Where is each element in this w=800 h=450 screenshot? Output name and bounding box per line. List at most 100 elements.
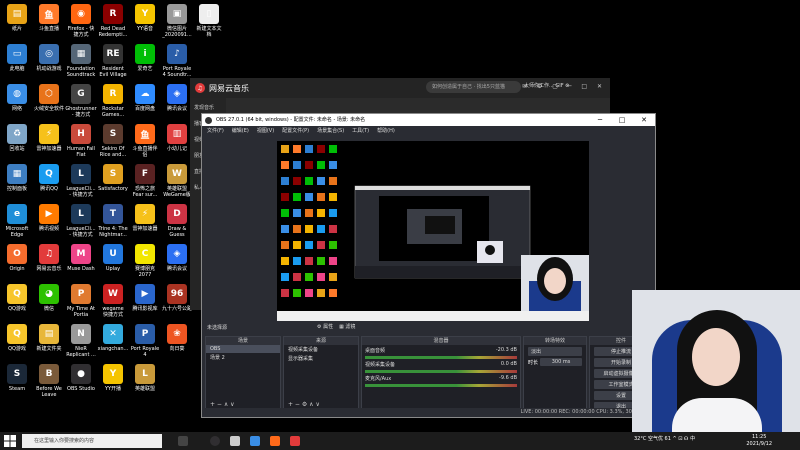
scene-item[interactable]: OBS (206, 345, 280, 353)
desktop-icon[interactable]: H Human Fall Flat (65, 122, 97, 161)
desktop-icon[interactable]: Q 腾讯QQ (33, 162, 65, 201)
obs-preview-canvas[interactable] (277, 141, 589, 321)
desktop-icon[interactable]: ▦ Foundation Soundtrack (65, 42, 97, 81)
taskbar-clock[interactable]: 11:25 2021/9/12 (746, 434, 772, 448)
desktop-icon[interactable]: S Sekiro Of Rice and... (97, 122, 129, 161)
desktop-icon[interactable]: ◍ 网络 (1, 82, 33, 121)
mixer-volume-meter[interactable] (365, 356, 517, 359)
close-button[interactable]: ✕ (633, 114, 655, 126)
desktop-icon[interactable]: ♫ 网易云音乐 (33, 242, 65, 281)
desktop-icon[interactable]: ⚡ 雷神加速器 (129, 202, 161, 241)
transitions-panel[interactable]: 转场特效 淡出 时长 300 ms (523, 336, 587, 410)
desktop-icon[interactable]: ▯ 新建文本文 档 (193, 2, 225, 41)
obs-window-buttons[interactable]: ─ □ ✕ (589, 114, 655, 126)
douyu-taskbar-icon[interactable] (270, 436, 280, 446)
desktop-icon[interactable]: S Steam (1, 362, 33, 401)
obs-taskbar-icon[interactable] (210, 436, 220, 446)
desktop-icon[interactable]: ✕ xiangchan... (97, 322, 129, 361)
desktop-icon[interactable]: ⚡ 雷神加速器 (33, 122, 65, 161)
obs-menu-item[interactable]: 帮助(H) (377, 126, 395, 136)
desktop-icon[interactable]: ▭ 此电脑 (1, 42, 33, 81)
desktop-icon[interactable]: W 英雄联盟 WeGame版 (161, 162, 193, 201)
desktop-icon[interactable]: T Trine 4: The Nightmar... (97, 202, 129, 241)
desktop-icon[interactable]: ▤ 纸片 (1, 2, 33, 41)
desktop-icon[interactable]: S Satisfactory (97, 162, 129, 201)
obs-menu-item[interactable]: 文件(F) (207, 126, 224, 136)
maximize-button[interactable]: □ (611, 114, 633, 126)
desktop-icon[interactable]: 96 九十六号公路 (161, 282, 193, 321)
desktop-icon[interactable]: L LeagueCli... - 快捷方式 (65, 162, 97, 201)
desktop-icon[interactable]: ◎ 机动战游戏 (33, 42, 65, 81)
desktop-icon[interactable]: Y YY语音 (129, 2, 161, 41)
netease-taskbar-icon[interactable] (290, 436, 300, 446)
desktop-icon[interactable]: U Uplay (97, 242, 129, 281)
desktop-icon[interactable]: ▶ 腾讯视频 (33, 202, 65, 241)
desktop-icon[interactable]: ▶ 腾讯影视库 (129, 282, 161, 321)
desktop-icon[interactable]: i 爱奇艺 (129, 42, 161, 81)
minimize-button[interactable]: ─ (589, 114, 611, 126)
desktop-icon[interactable]: RE Resident Evil Village (97, 42, 129, 81)
netease-titlebar[interactable]: ♫ 网易云音乐 如何创造属于自己 · 找出5只蓝猫 大师你工作... GIF ⊗… (190, 78, 610, 98)
desktop-icon[interactable]: ▥ 小幼儿记 (161, 122, 193, 161)
desktop-icon[interactable]: ◕ 微信 (33, 282, 65, 321)
netease-sidebar-item[interactable]: 发现音乐 (190, 98, 226, 114)
desktop-icon[interactable]: ♻ 回收站 (1, 122, 33, 161)
mixer-channel[interactable]: 桌面音频 -20.3 dB (365, 347, 517, 354)
mixer-channel[interactable]: 视频采集设备 0.0 dB (365, 361, 517, 368)
source-item[interactable]: 显示器采集 (284, 354, 358, 363)
desktop-icon[interactable]: Y YY开播 (97, 362, 129, 401)
desktop-icon[interactable]: P My Time At Portia (65, 282, 97, 321)
obs-menu-item[interactable]: 编辑(E) (232, 126, 249, 136)
mixer-channel[interactable]: 麦克风/Aux -9.6 dB (365, 375, 517, 382)
desktop-icon[interactable]: P Port Royale 4 (129, 322, 161, 361)
obs-menu-item[interactable]: 场景集合(S) (317, 126, 344, 136)
obs-titlebar[interactable]: OBS 27.0.1 (64 bit, windows) - 配置文件: 未命名… (202, 114, 655, 126)
windows-start-icon[interactable] (4, 435, 16, 447)
desktop-icon[interactable]: Q QQ游戏 (1, 322, 33, 361)
desktop-icon[interactable]: L 英雄联盟 (129, 362, 161, 401)
taskbar-search-input[interactable]: 在这里输入你要搜索的内容 (22, 434, 162, 448)
desktop-icon[interactable]: ♪ Port Royale 4 Soundtr... (161, 42, 193, 81)
obs-properties-tabs[interactable]: ⚙ 属性 ▦ 滤镜 (317, 323, 355, 330)
obs-menu-item[interactable]: 视图(V) (257, 126, 274, 136)
scene-item[interactable]: 场景 2 (206, 353, 280, 362)
desktop-icon[interactable]: ⬡ 火绒安全软件 (33, 82, 65, 121)
obs-menu-item[interactable]: 配置文件(P) (282, 126, 309, 136)
desktop-icon[interactable]: D Draw & Guess (161, 202, 193, 241)
obs-menubar[interactable]: 文件(F) 编辑(E) 视图(V) 配置文件(P) 场景集合(S) 工具(T) 帮助(H) (202, 126, 655, 136)
sources-toolbar[interactable]: + − ⚙ ∧ ∨ (288, 401, 320, 408)
duration-input[interactable]: 300 ms (540, 358, 582, 366)
desktop-icon[interactable]: R Rockstar Games... (97, 82, 129, 121)
desktop-icon[interactable]: Wwegame 快捷方式 (97, 282, 129, 321)
task-view-icon[interactable] (178, 436, 188, 446)
tab-filters[interactable]: ▦ 滤镜 (339, 323, 355, 330)
desktop-icon[interactable]: ◈ 腾讯会议 (161, 242, 193, 281)
mixer-volume-meter[interactable] (365, 370, 517, 373)
desktop-icon[interactable]: C 赛博朋克 2077 (129, 242, 161, 281)
desktop-icon[interactable]: O Origin (1, 242, 33, 281)
desktop-icon[interactable]: ◉ Firefox - 快 捷方式 (65, 2, 97, 41)
netease-search-input[interactable]: 如何创造属于自己 · 找出5只蓝猫 (426, 81, 521, 93)
desktop-icon[interactable]: ❀ 向日葵 (161, 322, 193, 361)
source-item[interactable]: 视频采集设备 (284, 345, 358, 354)
transition-select[interactable]: 淡出 (528, 347, 582, 356)
desktop-icon[interactable]: G Ghostrunner - 捷方式 (65, 82, 97, 121)
netease-window-controls[interactable]: ✉ ⚙ ▢ ─ □ ✕ (522, 83, 606, 90)
desktop-icon[interactable]: ● OBS Studio (65, 362, 97, 401)
desktop-icon[interactable]: ▦ 控制面板 (1, 162, 33, 201)
desktop-icon[interactable]: ▣ 微信图片 _2020091... (161, 2, 193, 41)
desktop-icon[interactable]: ◈ 腾讯会议 (161, 82, 193, 121)
app-taskbar-icon[interactable] (230, 436, 240, 446)
sources-panel[interactable]: 来源 视频采集设备 显示器采集 + − ⚙ ∧ ∨ (283, 336, 359, 410)
desktop-icon[interactable]: M Muse Dash (65, 242, 97, 281)
explorer-taskbar-icon[interactable] (250, 436, 260, 446)
desktop-icon[interactable]: N NieR Replicant ... (65, 322, 97, 361)
desktop-icon[interactable]: 鱼斗鱼直播 (33, 2, 65, 41)
desktop-icon[interactable]: F 恐怖之旅 Fear sur... (129, 162, 161, 201)
scenes-toolbar[interactable]: + − ∧ ∨ (210, 401, 235, 408)
desktop-icon[interactable]: e Microsoft Edge (1, 202, 33, 241)
desktop-icon[interactable]: 鱼斗鱼直播伴 侣 (129, 122, 161, 161)
desktop-icon[interactable]: ☁ 百度网盘 (129, 82, 161, 121)
tab-properties[interactable]: ⚙ 属性 (317, 323, 333, 330)
scenes-panel[interactable]: 场景 OBS 场景 2 + − ∧ ∨ (205, 336, 281, 410)
